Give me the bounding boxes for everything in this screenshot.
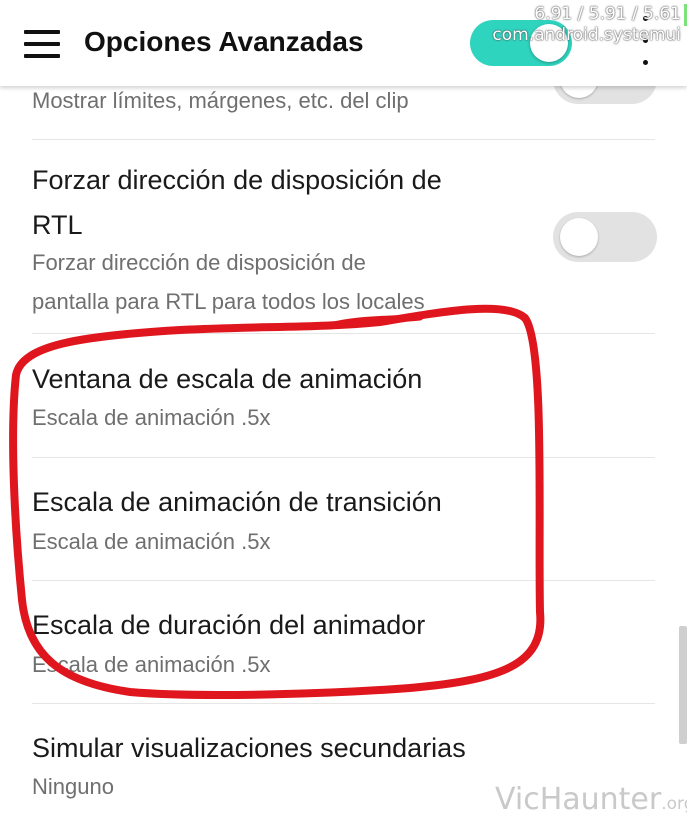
setting-subtitle: Forzar dirección de disposición de — [32, 250, 366, 275]
watermark-main: VicHaunter — [495, 782, 662, 817]
setting-title: Escala de animación de transición — [32, 487, 442, 517]
setting-title: Simular visualizaciones secundarias — [32, 733, 466, 763]
setting-subtitle: Escala de animación .5x — [32, 405, 271, 430]
setting-title: Forzar dirección de disposición de — [32, 165, 442, 195]
setting-subtitle-continued: pantalla para RTL para todos los locales — [32, 289, 425, 314]
list-item-force-rtl[interactable]: Forzar dirección de disposición de RTL F… — [0, 140, 687, 333]
force-rtl-toggle[interactable] — [553, 212, 657, 262]
setting-subtitle: Escala de animación .5x — [32, 652, 271, 677]
list-item-window-animation-scale[interactable]: Ventana de escala de animación Escala de… — [0, 334, 687, 457]
page-title: Opciones Avanzadas — [84, 26, 364, 57]
setting-title: Escala de duración del animador — [32, 610, 426, 640]
overlay-line-2: com.android.systemui — [492, 25, 681, 45]
setting-title: Ventana de escala de animación — [32, 364, 423, 394]
list-item-animator-duration-scale[interactable]: Escala de duración del animador Escala d… — [0, 581, 687, 703]
setting-subtitle: Ninguno — [32, 774, 114, 799]
overlay-line-1: 6.91 / 5.91 / 5.61 — [534, 4, 681, 24]
setting-subtitle: Escala de animación .5x — [32, 529, 271, 554]
debug-overlay: 6.91 / 5.91 / 5.61 com.android.systemui — [492, 4, 681, 46]
list-item-transition-animation-scale[interactable]: Escala de animación de transición Escala… — [0, 458, 687, 580]
toggle-knob — [560, 218, 598, 256]
watermark: VicHaunter.org — [495, 782, 687, 817]
setting-title-continued: RTL — [32, 210, 83, 240]
watermark-suffix: .org — [661, 794, 687, 814]
setting-subtitle: Mostrar límites, márgenes, etc. del clip — [32, 88, 409, 113]
scrollbar[interactable] — [679, 626, 687, 744]
menu-icon[interactable] — [24, 30, 60, 58]
